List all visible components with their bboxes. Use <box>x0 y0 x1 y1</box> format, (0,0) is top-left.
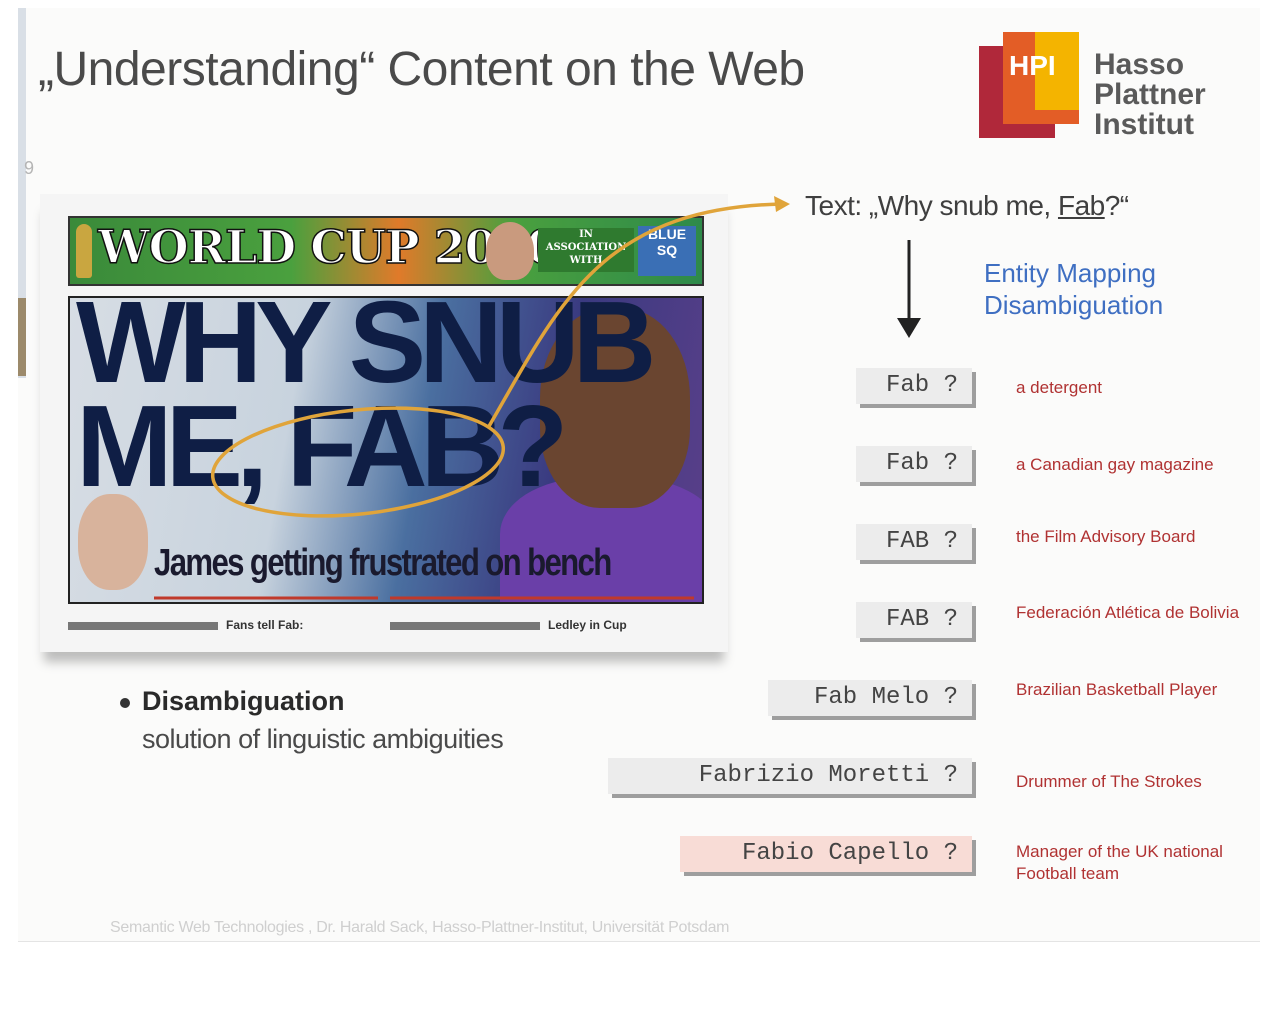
down-arrowhead <box>897 318 921 338</box>
annotation-overlay <box>154 196 921 600</box>
connector-arrowhead <box>774 196 790 212</box>
connector-arrow <box>486 202 783 429</box>
highlight-ellipse <box>210 406 506 518</box>
slide: „Understanding“ Content on the Web 9 HPI… <box>18 8 1260 942</box>
